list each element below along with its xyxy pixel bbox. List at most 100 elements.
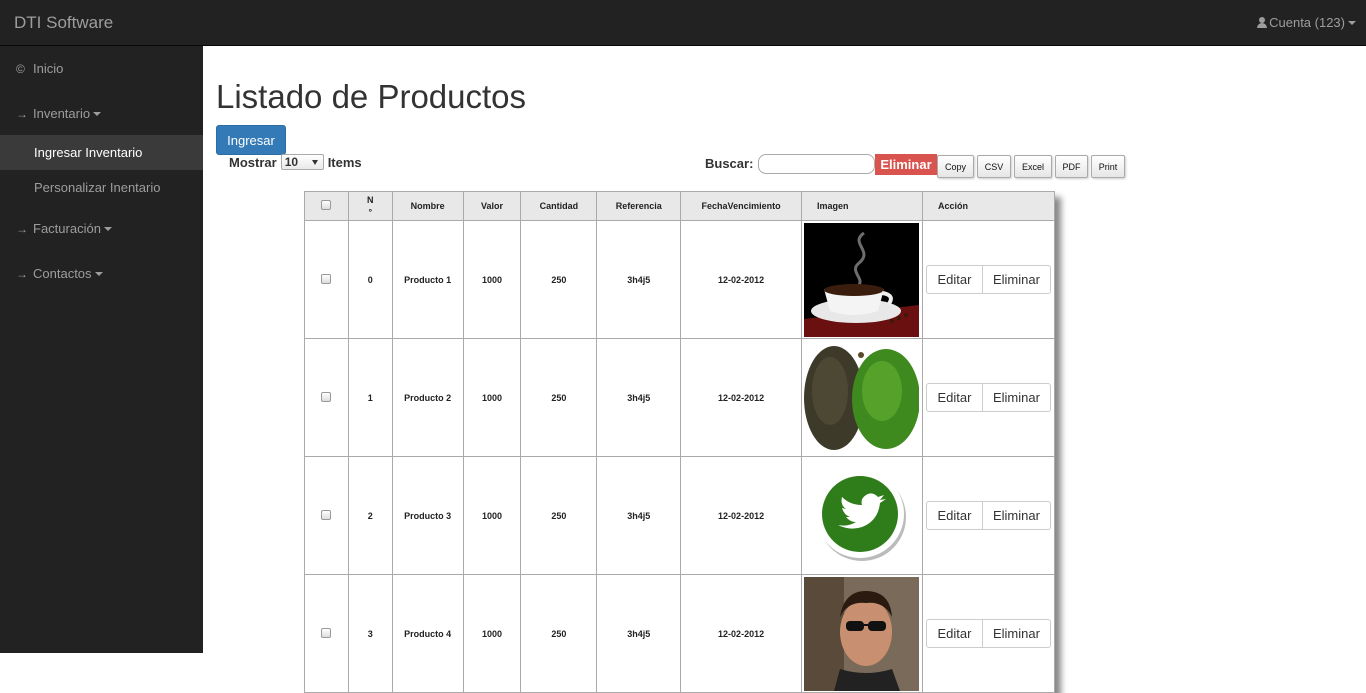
header-imagen[interactable]: Imagen [800, 191, 923, 221]
pdf-button[interactable]: PDF [1055, 155, 1088, 178]
header-number-symbol: ° [368, 207, 373, 217]
delete-button[interactable]: Eliminar [982, 383, 1051, 412]
header-valor[interactable]: Valor [462, 191, 522, 221]
cell-fecha: 12-02-2012 [680, 456, 802, 575]
ingresar-button[interactable]: Ingresar [216, 125, 286, 155]
account-menu[interactable]: Cuenta (123) [1257, 15, 1356, 30]
cell-number: 1 [347, 338, 393, 457]
search-label: Buscar: [705, 156, 754, 171]
cell-fecha: 12-02-2012 [680, 338, 802, 457]
page-length-select[interactable]: 10 [280, 154, 324, 170]
cell-nombre: Producto 1 [391, 220, 464, 339]
cell-accion: Editar Eliminar [921, 338, 1056, 457]
table-row: 1 Producto 2 1000 250 3h4j5 12-02-2012 E… [304, 338, 1056, 457]
cell-number: 0 [347, 220, 393, 339]
cell-valor: 1000 [462, 456, 522, 575]
cell-accion: Editar Eliminar [921, 574, 1056, 693]
cell-fecha: 12-02-2012 [680, 220, 802, 339]
excel-button[interactable]: Excel [1014, 155, 1052, 178]
main-content: Listado de Productos Ingresar Mostrar 10… [203, 46, 1366, 693]
mostrar-label: Mostrar [229, 154, 277, 170]
edit-button[interactable]: Editar [925, 265, 983, 294]
cell-imagen [800, 456, 923, 575]
edit-button[interactable]: Editar [925, 501, 983, 530]
table-row: 2 Producto 3 1000 250 3h4j5 12-02-2012 E… [304, 456, 1056, 575]
row-checkbox[interactable] [321, 391, 332, 402]
row-action-group: Editar Eliminar [925, 501, 1051, 530]
caret-down-icon [1348, 20, 1356, 25]
header-nombre[interactable]: Nombre [391, 191, 464, 221]
row-action-group: Editar Eliminar [925, 619, 1051, 648]
sidebar-subitem-personalizar-inventario[interactable]: Personalizar Inentario [0, 170, 203, 205]
man-portrait-image [804, 576, 920, 691]
cell-fecha: 12-02-2012 [680, 574, 802, 693]
delete-button[interactable]: Eliminar [982, 265, 1051, 294]
coffee-cup-image [804, 222, 920, 337]
row-action-group: Editar Eliminar [925, 383, 1051, 412]
row-select-cell [304, 220, 349, 339]
row-checkbox[interactable] [321, 509, 332, 520]
sidebar-item-inicio[interactable]: © Inicio [0, 51, 203, 86]
delete-button[interactable]: Eliminar [982, 501, 1051, 530]
products-table: N ° Nombre Valor Cantidad Referencia Fech… [304, 191, 1056, 693]
header-referencia[interactable]: Referencia [596, 191, 682, 221]
sidebar-item-label: Inicio [33, 61, 64, 76]
sidebar: © Inicio → Inventario Ingresar Inventari… [0, 46, 203, 653]
cell-cantidad: 250 [520, 338, 598, 457]
row-checkbox[interactable] [321, 273, 332, 284]
page-title: Listado de Productos [216, 78, 527, 115]
select-all-header[interactable] [304, 191, 349, 221]
header-number-label: N [367, 195, 374, 205]
select-all-checkbox[interactable] [321, 200, 332, 210]
cell-cantidad: 250 [520, 456, 598, 575]
cell-number: 2 [347, 456, 393, 575]
page-length-value: 10 [284, 155, 299, 169]
row-select-cell [304, 456, 349, 575]
header-accion[interactable]: Acción [921, 191, 1056, 221]
cell-accion: Editar Eliminar [921, 456, 1056, 575]
cell-nombre: Producto 3 [391, 456, 464, 575]
cell-nombre: Producto 2 [391, 338, 464, 457]
search-input[interactable] [758, 154, 875, 174]
sidebar-item-label: Contactos [33, 266, 92, 281]
products-table-wrapper: N ° Nombre Valor Cantidad Referencia Fech… [304, 191, 1056, 693]
cell-cantidad: 250 [520, 574, 598, 693]
copy-button[interactable]: Copy [937, 155, 974, 178]
top-navbar: DTI Software Cuenta (123) [0, 0, 1366, 46]
row-select-cell [304, 338, 349, 457]
cell-valor: 1000 [462, 220, 522, 339]
caret-down-icon [94, 271, 103, 276]
delete-selected-button[interactable]: Eliminar [875, 154, 937, 175]
brand-name[interactable]: DTI Software [14, 13, 113, 33]
print-button[interactable]: Print [1091, 155, 1125, 178]
delete-button[interactable]: Eliminar [982, 619, 1051, 648]
cell-cantidad: 250 [520, 220, 598, 339]
header-fecha-vencimiento[interactable]: FechaVencimiento [680, 191, 802, 221]
row-select-cell [304, 574, 349, 693]
table-row: 0 Producto 1 1000 250 3h4j5 12-02-2012 E… [304, 220, 1056, 339]
edit-button[interactable]: Editar [925, 619, 983, 648]
cell-referencia: 3h4j5 [596, 456, 682, 575]
csv-button[interactable]: CSV [977, 155, 1011, 178]
arrow-right-icon: → [16, 221, 28, 236]
sidebar-subitem-ingresar-inventario[interactable]: Ingresar Inventario [0, 135, 203, 170]
sidebar-item-facturacion[interactable]: → Facturación [0, 211, 203, 246]
header-number[interactable]: N ° [347, 191, 393, 221]
header-cantidad[interactable]: Cantidad [520, 191, 598, 221]
arrow-right-icon: → [16, 266, 28, 281]
copyright-icon: © [16, 61, 25, 76]
sidebar-item-inventario[interactable]: → Inventario [0, 96, 203, 131]
sidebar-item-contactos[interactable]: → Contactos [0, 256, 203, 291]
cell-valor: 1000 [462, 338, 522, 457]
row-checkbox[interactable] [321, 627, 332, 638]
cell-imagen [800, 220, 923, 339]
edit-button[interactable]: Editar [925, 383, 983, 412]
cell-imagen [800, 338, 923, 457]
caret-down-icon [93, 111, 102, 116]
avocados-image [804, 340, 920, 455]
table-header-row: N ° Nombre Valor Cantidad Referencia Fech… [304, 191, 1056, 221]
twitter-logo-image [804, 458, 920, 573]
cell-referencia: 3h4j5 [596, 574, 682, 693]
cell-referencia: 3h4j5 [596, 220, 682, 339]
page-length-control: Mostrar 10 Items [229, 154, 362, 170]
